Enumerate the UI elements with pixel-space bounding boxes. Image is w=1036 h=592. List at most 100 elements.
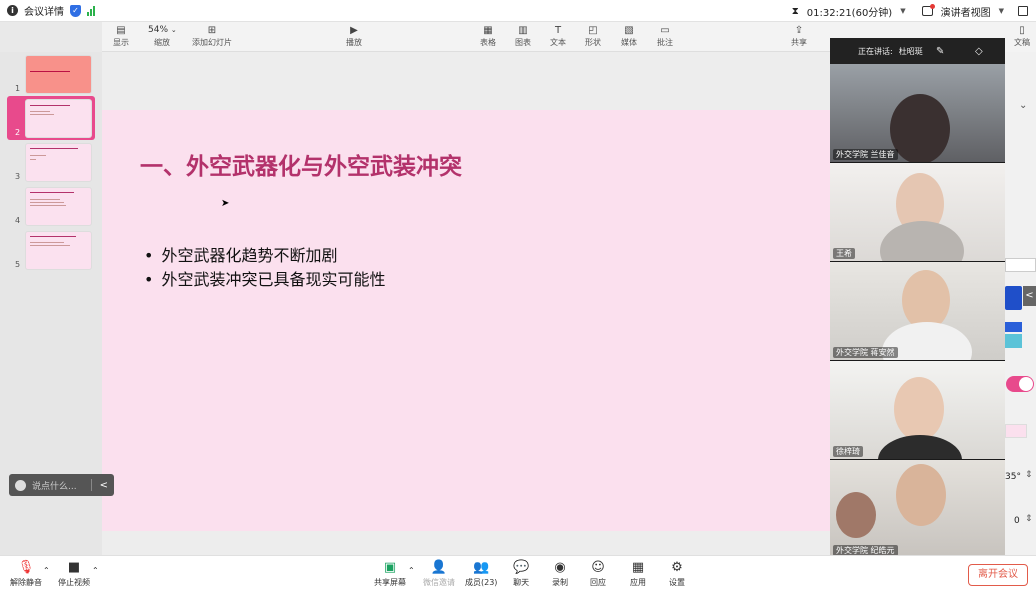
display-button[interactable]: ▤ 显示 [113, 24, 129, 48]
presentation-toolbar: ▤ 显示 54% ⌄ 缩放 ⊞ 添加幻灯片 ▶ 播放 ▦ 表格 ▥ 图表 T 文本 ◰ 形状 … [102, 22, 830, 52]
color-swatch[interactable] [1005, 322, 1022, 332]
chevron-up-icon[interactable]: ⌃ [92, 566, 99, 575]
rotation-value[interactable]: 35° [1005, 472, 1021, 482]
shield-icon[interactable]: ✓ [70, 4, 81, 17]
chart-button[interactable]: ▥ 图表 [515, 24, 531, 48]
speaker-name: 杜昭珽 [898, 46, 923, 56]
chevron-down-icon[interactable]: ⌄ [1019, 100, 1027, 111]
slide-thumbnail-3[interactable] [26, 144, 91, 181]
chat-input[interactable]: 说点什么... [32, 479, 77, 492]
chevron-down-icon[interactable]: ▼ [999, 7, 1004, 15]
play-button[interactable]: ▶ 播放 [346, 24, 362, 48]
mic-muted-icon: 🎙 [17, 560, 35, 575]
chat-button[interactable]: 💬 聊天 [513, 559, 529, 588]
slide-number: 4 [15, 216, 21, 225]
media-icon: ▧ [624, 25, 634, 36]
settings-button[interactable]: ⚙ 设置 [669, 559, 685, 588]
bullet-item: 外空武装冲突已具备现实可能性 [144, 268, 385, 292]
settings-icon: ⚙ [671, 560, 683, 575]
zoom-level-select[interactable]: 54% ⌄ [148, 24, 177, 37]
wechat-invite-button[interactable]: 👤 微信邀请 [423, 559, 455, 588]
inspector-field[interactable] [1005, 258, 1036, 272]
apps-icon: ▦ [631, 560, 645, 575]
fullscreen-icon[interactable] [1018, 6, 1028, 16]
video-panel: 正在讲话: 杜昭珽 ✎ ◇ 外交学院 兰佳音 王希 外交学院 蒋安然 徐梓琦 外… [830, 38, 1005, 559]
presenter-view-icon[interactable] [921, 4, 935, 16]
table-button[interactable]: ▦ 表格 [480, 24, 496, 48]
meeting-details-link[interactable]: 会议详情 [24, 3, 64, 18]
stepper-icon[interactable]: ⇕ [1025, 470, 1033, 480]
hourglass-icon: ⧗ [791, 5, 799, 17]
add-slide-button[interactable]: ⊞ 添加幻灯片 [192, 24, 232, 48]
eraser-icon[interactable]: ◇ [975, 46, 983, 57]
stop-video-button[interactable]: ■ 停止视频 [58, 559, 90, 588]
slide-thumbnail-4[interactable] [26, 188, 91, 225]
slide-canvas: 一、外空武器化与外空武装冲突 外空武器化趋势不断加剧 外空武装冲突已具备现实可能… [102, 52, 830, 555]
record-button[interactable]: ◉ 录制 [552, 559, 568, 588]
meeting-timer[interactable]: 01:32:21(60分钟) [807, 4, 892, 19]
chat-input-bar[interactable]: 说点什么... < [9, 474, 114, 496]
video-tile[interactable]: 外交学院 纪皓元 [830, 460, 1005, 558]
divider [90, 479, 92, 491]
leave-meeting-button[interactable]: 离开会议 [968, 564, 1028, 586]
reaction-icon: ☺ [591, 560, 605, 575]
video-tile[interactable]: 外交学院 蒋安然 [830, 262, 1005, 360]
slide-number: 1 [15, 84, 21, 93]
members-icon: 👥 [473, 560, 490, 575]
current-slide[interactable]: 一、外空武器化与外空武装冲突 外空武器化趋势不断加剧 外空武装冲突已具备现实可能… [102, 110, 830, 531]
slide-bullet-list: 外空武器化趋势不断加剧 外空武装冲突已具备现实可能性 [144, 244, 385, 292]
share-button[interactable]: ⇪ 共享 [791, 24, 807, 48]
share-screen-button[interactable]: ▣ 共享屏幕 [374, 559, 406, 588]
shape-button[interactable]: ◰ 形状 [585, 24, 601, 48]
slide-number: 5 [15, 260, 21, 269]
chevron-left-icon[interactable]: < [100, 480, 108, 491]
color-swatch[interactable] [1005, 334, 1022, 348]
chart-icon: ▥ [518, 25, 528, 36]
unmute-button[interactable]: 🎙 解除静音 [10, 559, 42, 588]
reaction-button[interactable]: ☺ 回应 [590, 559, 606, 588]
chevron-down-icon[interactable]: ▼ [900, 7, 905, 15]
mouse-cursor-icon: ➤ [221, 198, 230, 209]
share-icon: ⇪ [794, 25, 804, 36]
wechat-invite-icon: 👤 [430, 560, 448, 575]
text-icon: T [554, 25, 562, 36]
sidebar-icon: ▤ [116, 25, 126, 36]
view-mode-dropdown[interactable]: 演讲者视图 [941, 4, 991, 19]
add-slide-icon: ⊞ [207, 25, 217, 36]
camera-icon: ■ [67, 560, 81, 575]
text-button[interactable]: T 文本 [550, 24, 566, 48]
slide-thumbnail-5[interactable] [26, 232, 91, 269]
video-tile[interactable]: 徐梓琦 [830, 361, 1005, 459]
document-button[interactable]: ▯ 文稿 [1014, 24, 1030, 48]
color-swatch[interactable] [1005, 286, 1022, 310]
apps-button[interactable]: ▦ 应用 [630, 559, 646, 588]
info-icon[interactable]: i [7, 5, 18, 16]
title-bar: i 会议详情 ✓ ⧗ 01:32:21(60分钟) ▼ 演讲者视图 ▼ [0, 0, 1036, 22]
comment-button[interactable]: ▭ 批注 [657, 24, 673, 48]
participant-name: 徐梓琦 [833, 446, 863, 457]
shape-icon: ◰ [588, 25, 598, 36]
color-well[interactable] [1005, 424, 1027, 438]
video-tile[interactable]: 王希 [830, 163, 1005, 261]
comment-icon: ▭ [660, 25, 670, 36]
chevron-up-icon[interactable]: ⌃ [43, 566, 50, 575]
media-button[interactable]: ▧ 媒体 [621, 24, 637, 48]
speaking-label: 正在讲话: [858, 46, 893, 56]
slide-thumbnail-1[interactable] [26, 56, 91, 93]
chevron-left-icon[interactable]: < [1023, 286, 1036, 306]
signal-icon[interactable] [87, 5, 95, 16]
share-screen-icon: ▣ [383, 560, 397, 575]
members-button[interactable]: 👥 成员(23) [465, 559, 497, 588]
chevron-down-icon: ⌄ [170, 26, 177, 34]
document-icon: ▯ [1019, 25, 1025, 36]
toggle-switch[interactable] [1006, 376, 1034, 392]
stepper-icon[interactable]: ⇕ [1025, 514, 1033, 524]
emoji-icon[interactable] [15, 479, 26, 491]
numeric-value[interactable]: 0 [1014, 516, 1020, 526]
zoom-button[interactable]: 缩放 [154, 37, 170, 48]
pen-icon[interactable]: ✎ [936, 46, 944, 57]
chevron-up-icon[interactable]: ⌃ [408, 566, 415, 575]
video-tile[interactable]: 外交学院 兰佳音 [830, 64, 1005, 162]
slide-thumbnail-2[interactable] [26, 100, 91, 137]
play-icon: ▶ [350, 25, 358, 36]
